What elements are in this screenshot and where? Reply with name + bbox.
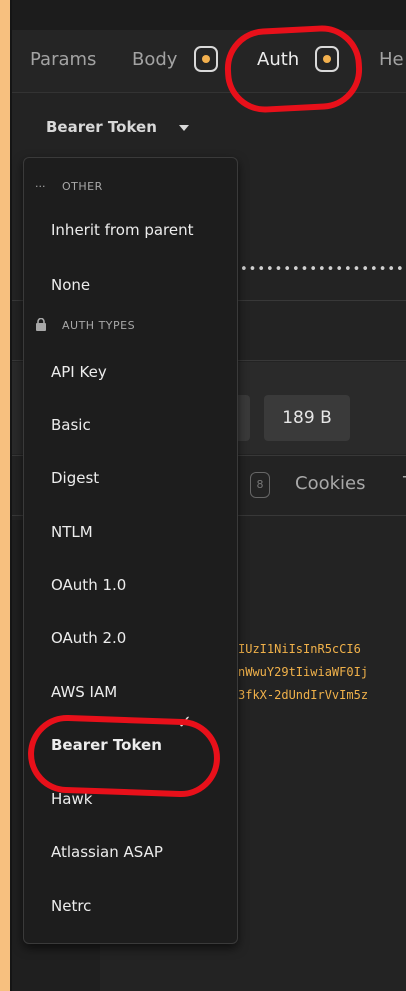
menu-item-hawk[interactable]: Hawk bbox=[51, 790, 92, 808]
menu-item-none[interactable]: None bbox=[51, 276, 90, 294]
dots-icon: ··· bbox=[35, 180, 46, 193]
check-icon: ✓ bbox=[177, 712, 193, 733]
menu-item-bearer-token[interactable]: Bearer Token bbox=[51, 736, 162, 754]
chevron-down-icon[interactable] bbox=[179, 125, 189, 131]
headers-count-badge: 8 bbox=[250, 472, 270, 498]
menu-item-inherit-from-parent[interactable]: Inherit from parent bbox=[51, 221, 194, 239]
tab-headers[interactable]: He bbox=[379, 49, 404, 70]
response-size-badge: 189 B bbox=[264, 395, 350, 441]
menu-item-basic[interactable]: Basic bbox=[51, 416, 91, 434]
menu-item-digest[interactable]: Digest bbox=[51, 469, 99, 487]
tab-cookies[interactable]: Cookies bbox=[295, 473, 365, 494]
section-label-auth-types: AUTH TYPES bbox=[62, 319, 136, 332]
auth-indicator-badge bbox=[315, 46, 339, 72]
menu-item-api-key[interactable]: API Key bbox=[51, 363, 107, 381]
top-strip bbox=[12, 0, 406, 30]
menu-item-aws-iam[interactable]: AWS IAM bbox=[51, 683, 117, 701]
response-code-line: nWwuY29tIiwiaWF0Ij bbox=[238, 665, 369, 679]
tab-params[interactable]: Params bbox=[30, 49, 96, 70]
response-code-line: IUzI1NiIsInR5cCI6 bbox=[238, 642, 361, 656]
auth-type-dropdown: ··· OTHER Inherit from parent None AUTH … bbox=[23, 157, 238, 944]
response-code-line: 3fkX-2dUndIrVvIm5z bbox=[238, 688, 369, 702]
tab-body[interactable]: Body bbox=[132, 49, 177, 70]
auth-type-select[interactable]: Bearer Token bbox=[46, 118, 157, 136]
auth-type-bar: Bearer Token bbox=[12, 93, 406, 163]
menu-item-oauth-1[interactable]: OAuth 1.0 bbox=[51, 576, 126, 594]
request-tabbar: Params Body Auth He bbox=[12, 30, 406, 93]
section-label-other: OTHER bbox=[62, 180, 103, 193]
menu-item-atlassian-asap[interactable]: Atlassian ASAP bbox=[51, 843, 163, 861]
token-field-value: •••••••••••••••••••• bbox=[240, 262, 406, 277]
lock-icon bbox=[35, 317, 47, 334]
tab-auth[interactable]: Auth bbox=[257, 49, 299, 70]
menu-item-oauth-2[interactable]: OAuth 2.0 bbox=[51, 629, 126, 647]
menu-item-netrc[interactable]: Netrc bbox=[51, 897, 91, 915]
menu-item-ntlm[interactable]: NTLM bbox=[51, 523, 93, 541]
body-indicator-badge bbox=[194, 46, 218, 72]
